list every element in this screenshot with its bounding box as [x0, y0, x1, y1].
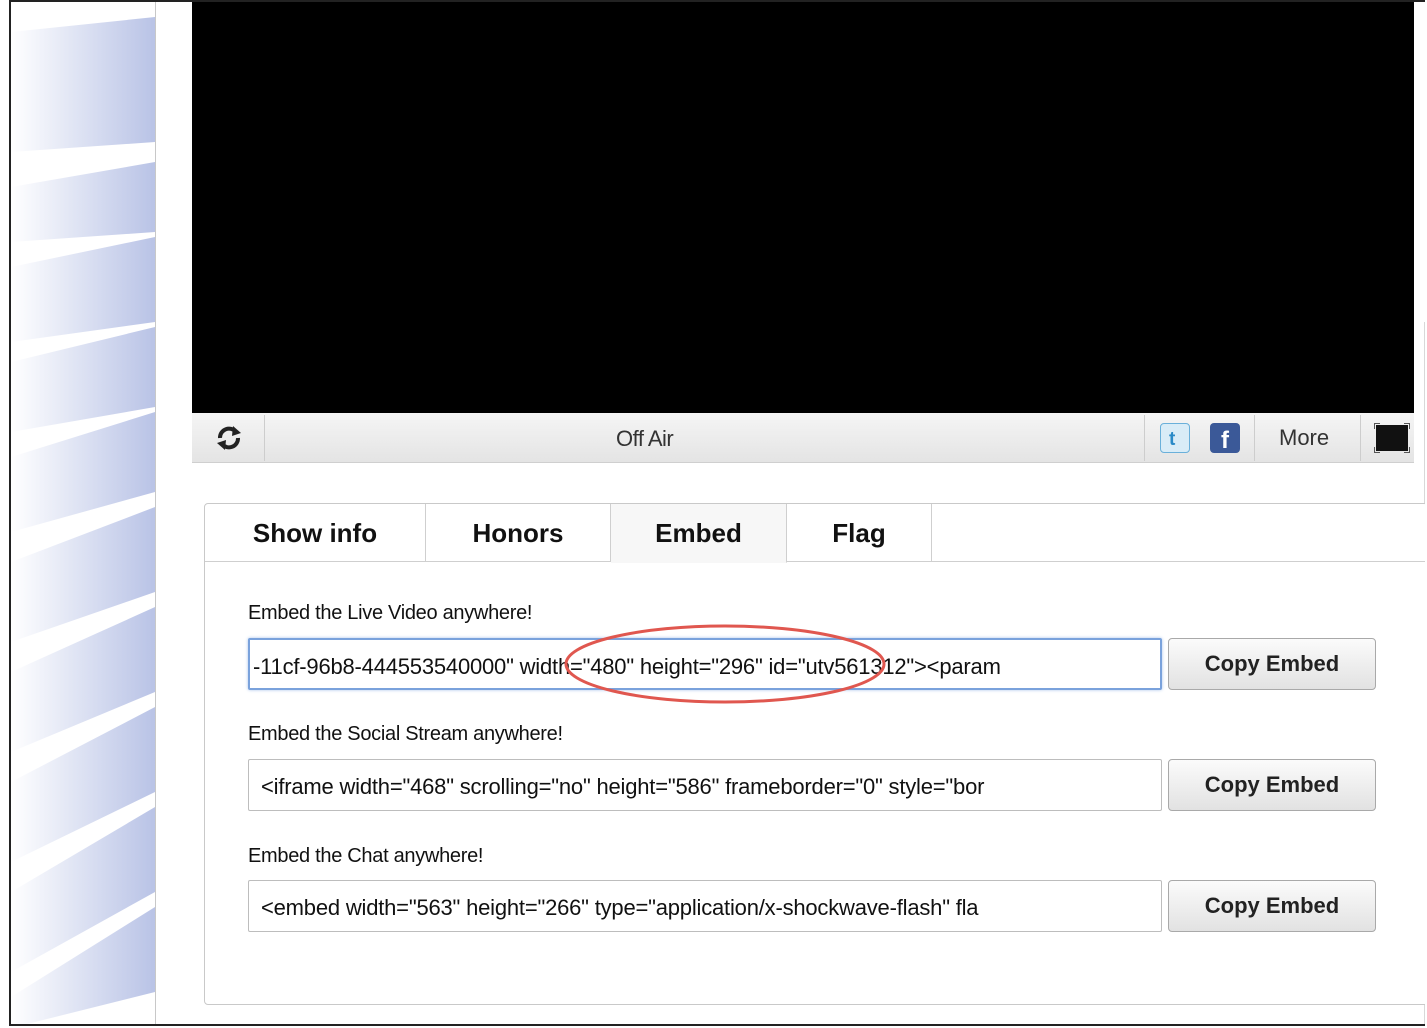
copy-chat-embed-button[interactable]: Copy Embed [1168, 880, 1376, 932]
chat-embed-label: Embed the Chat anywhere! [248, 845, 484, 867]
tab-flag[interactable]: Flag [787, 504, 932, 562]
refresh-icon[interactable] [214, 423, 244, 453]
bar-divider [264, 415, 265, 461]
chat-embed-field[interactable]: <embed width="563" height="266" type="ap… [248, 880, 1162, 932]
bar-divider [1254, 415, 1255, 461]
live-video-embed-label: Embed the Live Video anywhere! [248, 602, 533, 624]
svg-text:f: f [1221, 427, 1230, 450]
live-video-embed-field[interactable]: -11cf-96b8-444553540000" width="480" hei… [248, 638, 1162, 690]
twitter-icon[interactable]: t [1160, 423, 1190, 453]
copy-live-video-embed-button[interactable]: Copy Embed [1168, 638, 1376, 690]
broadcast-status: Off Air [616, 426, 674, 451]
more-share-link[interactable]: More [1279, 425, 1329, 451]
show-tabs-panel: Show info Honors Embed Flag Embed the Li… [204, 503, 1425, 1005]
decorative-stripes [11, 2, 155, 1024]
left-decorative-panel [11, 2, 156, 1024]
player-control-bar: Off Air t f More [192, 413, 1414, 463]
tab-honors[interactable]: Honors [426, 504, 611, 562]
facebook-icon[interactable]: f [1210, 423, 1240, 453]
page-frame: Off Air t f More Show info Honors Embed [9, 0, 1425, 1026]
bar-divider [1360, 415, 1361, 461]
video-player[interactable] [192, 2, 1414, 413]
fullscreen-icon[interactable] [1373, 422, 1411, 454]
svg-text:t: t [1169, 429, 1176, 448]
social-stream-embed-field[interactable]: <iframe width="468" scrolling="no" heigh… [248, 759, 1162, 811]
tab-bar: Show info Honors Embed Flag [205, 504, 1425, 563]
tab-show-info[interactable]: Show info [205, 504, 426, 562]
bar-divider [1144, 415, 1145, 461]
copy-social-stream-embed-button[interactable]: Copy Embed [1168, 759, 1376, 811]
social-stream-embed-label: Embed the Social Stream anywhere! [248, 723, 563, 745]
tab-embed[interactable]: Embed [611, 504, 787, 563]
